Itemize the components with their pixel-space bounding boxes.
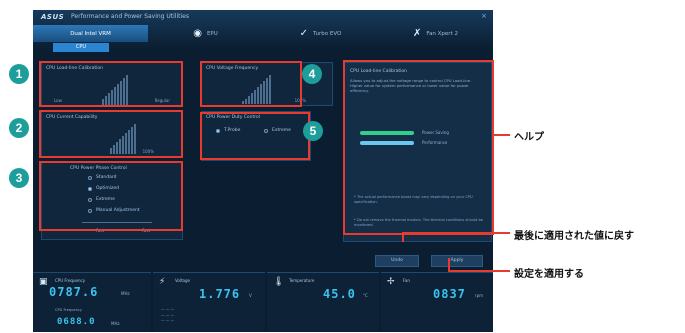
undo-leader-line: [402, 232, 510, 234]
annotation-help: ヘルプ: [514, 132, 544, 143]
app-title: Performance and Power Saving Utilities: [71, 13, 189, 20]
voltage-label: Voltage: [175, 278, 191, 283]
apply-leader-line: [448, 270, 510, 272]
tab-fan-xpert[interactable]: ✗ Fan Xpert 2: [378, 25, 493, 42]
badge-1: 1: [9, 64, 29, 84]
callout-box-2: [39, 110, 183, 158]
apply-button[interactable]: Apply: [431, 255, 483, 267]
cpu-freq-value: 0787.6: [49, 285, 99, 299]
fan-icon: ✢: [387, 277, 395, 287]
tab-turbo-evo[interactable]: ✓ Turbo EVO: [263, 25, 378, 42]
callout-box-help: [343, 60, 494, 235]
cpu-chip-icon: ▣: [39, 277, 48, 287]
close-icon[interactable]: ×: [481, 12, 487, 20]
badge-2: 2: [9, 118, 29, 138]
tab-label: EPU: [206, 30, 218, 37]
tab-label: Dual Intel VRM: [70, 30, 111, 37]
voltage-value: 1.776: [199, 287, 241, 301]
lightning-icon: ⚡: [159, 277, 166, 287]
cpu-sub-unit: MHz: [111, 321, 120, 326]
temperature-label: Temperature: [289, 278, 315, 283]
badge-3: 3: [9, 168, 29, 188]
thermometer-icon: 🌡: [273, 277, 285, 287]
fan-label: Fan: [403, 278, 410, 283]
callout-box-4: [200, 61, 302, 107]
status-fan: ✢ Fan 0837 rpm: [381, 272, 493, 332]
asus-logo: ASUS: [41, 13, 65, 21]
fan-unit: rpm: [475, 293, 484, 298]
badge-4: 4: [302, 64, 322, 84]
help-leader-line: [494, 134, 510, 136]
callout-box-3: [39, 161, 183, 231]
temperature-value: 45.0: [323, 287, 356, 301]
voltage-unit: V: [249, 293, 252, 298]
annotation-undo: 最後に適用された値に戻す: [514, 231, 634, 242]
status-temperature: 🌡 Temperature 45.0 °C: [267, 272, 379, 332]
voltage-rows: — — — — — — — — —: [161, 307, 175, 322]
cpu-sub-label: CPU Frequency: [55, 308, 83, 312]
subtab-cpu[interactable]: CPU: [53, 43, 109, 52]
badge-5: 5: [303, 121, 323, 141]
tab-label: Turbo EVO: [313, 30, 342, 37]
tab-epu[interactable]: ◉ EPU: [148, 25, 263, 42]
fan-value: 0837: [433, 287, 466, 301]
cpu-freq-unit: MHz: [121, 291, 130, 296]
turbo-icon: ✓: [299, 28, 309, 39]
callout-box-1: [39, 61, 183, 107]
annotation-apply: 設定を適用する: [514, 269, 584, 280]
temperature-unit: °C: [363, 293, 368, 298]
undo-button[interactable]: Undo: [375, 255, 419, 267]
main-tabs: Dual Intel VRM ◉ EPU ✓ Turbo EVO ✗ Fan X…: [33, 25, 493, 42]
status-cpu: ▣ CPU Frequency 0787.6 MHz CPU Frequency…: [33, 272, 151, 332]
cpu-sub-value: 0688.0: [57, 317, 96, 327]
fan-icon: ✗: [413, 28, 422, 39]
status-voltage: ⚡ Voltage 1.776 V — — — — — — — — —: [153, 272, 265, 332]
epu-icon: ◉: [193, 28, 202, 39]
callout-box-5: [200, 112, 310, 160]
tab-dual-intel-vrm[interactable]: Dual Intel VRM: [33, 25, 148, 42]
tab-label: Fan Xpert 2: [426, 30, 458, 37]
title-bar: ASUS Performance and Power Saving Utilit…: [33, 10, 493, 24]
cpu-freq-label: CPU Frequency: [55, 278, 86, 283]
